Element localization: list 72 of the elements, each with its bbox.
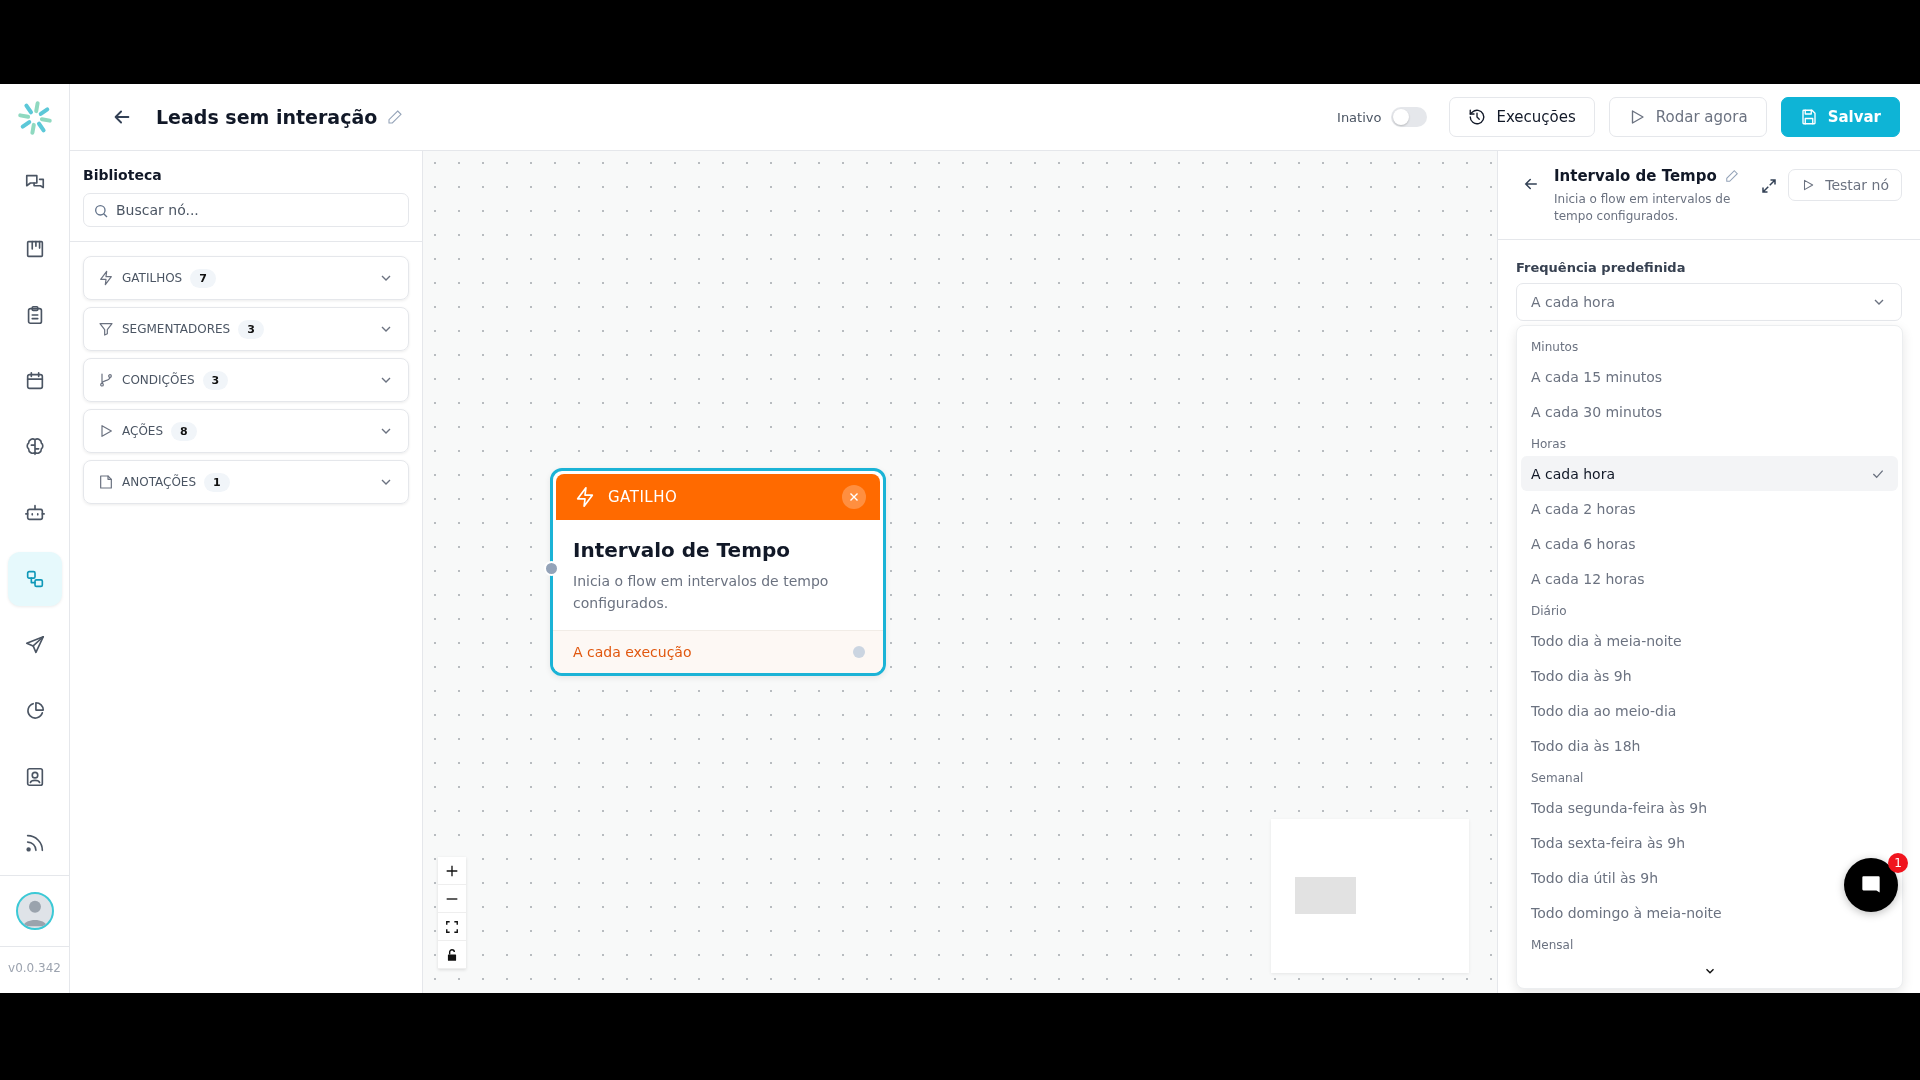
dropdown-option[interactable]: Toda sexta-feira às 9h [1521,825,1698,860]
triggers-category[interactable]: GATILHOS 7 [83,256,409,300]
group-label: Horas [1530,436,1567,453]
count-badge: 7 [190,268,216,288]
dropdown-option[interactable]: A cada hora [1521,456,1898,491]
send-icon [23,634,46,656]
search-field[interactable]: Buscar nó... [83,193,409,227]
category-label: GATILHOS [122,271,183,285]
notification-badge: 1 [1888,853,1908,873]
fit-view-icon [445,919,459,934]
output-handle[interactable] [853,646,865,658]
node-type-label: GATILHO [608,488,678,506]
dropdown-option[interactable]: Toda segunda-feira às 9h [1521,790,1720,825]
minus-icon [444,897,460,900]
active-toggle[interactable] [1391,107,1428,127]
dropdown-option[interactable]: Todo dia útil às 9h [1521,860,1671,895]
save-icon [1799,108,1818,126]
count-badge: 3 [202,370,229,390]
branch-icon [98,372,114,388]
minimap-node [1295,877,1356,914]
dropdown-option[interactable]: A cada 12 horas [1521,561,1657,596]
search-icon [93,203,109,219]
expand-icon[interactable] [1760,177,1779,195]
note-icon [98,474,114,490]
executions-button[interactable]: Execuções [1449,97,1595,137]
group-label: Minutos [1530,339,1580,356]
play-icon [98,423,114,439]
play-icon [1801,178,1816,192]
library-title: Biblioteca [83,167,163,183]
frequency-select[interactable]: A cada hora [1516,283,1902,321]
lightning-icon [98,270,114,286]
category-label: SEGMENTADORES [122,322,231,336]
avatar[interactable] [15,892,54,930]
lock-icon [445,947,459,962]
count-badge: 8 [171,421,197,441]
category-label: ANOTAÇÕES [122,475,197,489]
lightning-icon [574,486,596,508]
panel-title: Intervalo de Tempo [1554,167,1717,185]
dropdown-option[interactable]: Todo dia às 18h [1521,728,1653,763]
dropdown-option[interactable]: Todo dia ao meio-dia [1521,693,1689,728]
dropdown-option[interactable]: Todo dia à meia-noite [1521,623,1694,658]
dropdown-option[interactable]: A cada 6 horas [1521,526,1648,561]
flow-title: Leads sem interação [156,106,378,128]
notes-category[interactable]: ANOTAÇÕES 1 [83,460,409,504]
history-icon [1468,108,1487,126]
trigger-node[interactable]: GATILHO Intervalo de Tempo Inicia o flow em intervalos de tempo configurados. A cada execução [550,468,886,676]
test-node-button[interactable]: Testar nó [1788,169,1902,201]
conditions-category[interactable]: CONDIÇÕES 3 [83,358,409,402]
dropdown-option[interactable]: A cada 15 minutos [1521,359,1675,394]
group-label: Diário [1530,603,1568,620]
field-label: Frequência predefinida [1516,260,1687,275]
dropdown-option[interactable]: A cada 2 horas [1521,491,1648,526]
node-title: Intervalo de Tempo [573,538,792,562]
panel-description: Inicia o flow em intervalos de tempo configurados. [1554,191,1732,225]
group-label: Mensal [1530,937,1575,954]
rss-icon [23,832,46,854]
run-now-button[interactable]: Rodar agora [1608,97,1767,137]
dropdown-option[interactable]: Todo dia às 9h [1521,658,1644,693]
dropdown-option[interactable]: Todo domingo à meia-noite [1521,895,1734,930]
node-description: Inicia o flow em intervalos de tempo configurados. [573,572,830,613]
count-badge: 3 [238,319,264,339]
group-label: Semanal [1530,770,1585,787]
dropdown-option[interactable]: A cada 30 minutos [1521,394,1675,429]
category-label: AÇÕES [122,424,164,438]
status-label: Inativo [1337,109,1382,125]
count-badge: 1 [204,472,230,492]
segmenters-category[interactable]: SEGMENTADORES 3 [83,307,409,351]
filter-icon [98,321,114,337]
actions-category[interactable]: AÇÕES 8 [83,409,409,453]
output-label: A cada execução [573,644,692,660]
category-label: CONDIÇÕES [122,373,195,387]
brain-icon [23,436,46,458]
